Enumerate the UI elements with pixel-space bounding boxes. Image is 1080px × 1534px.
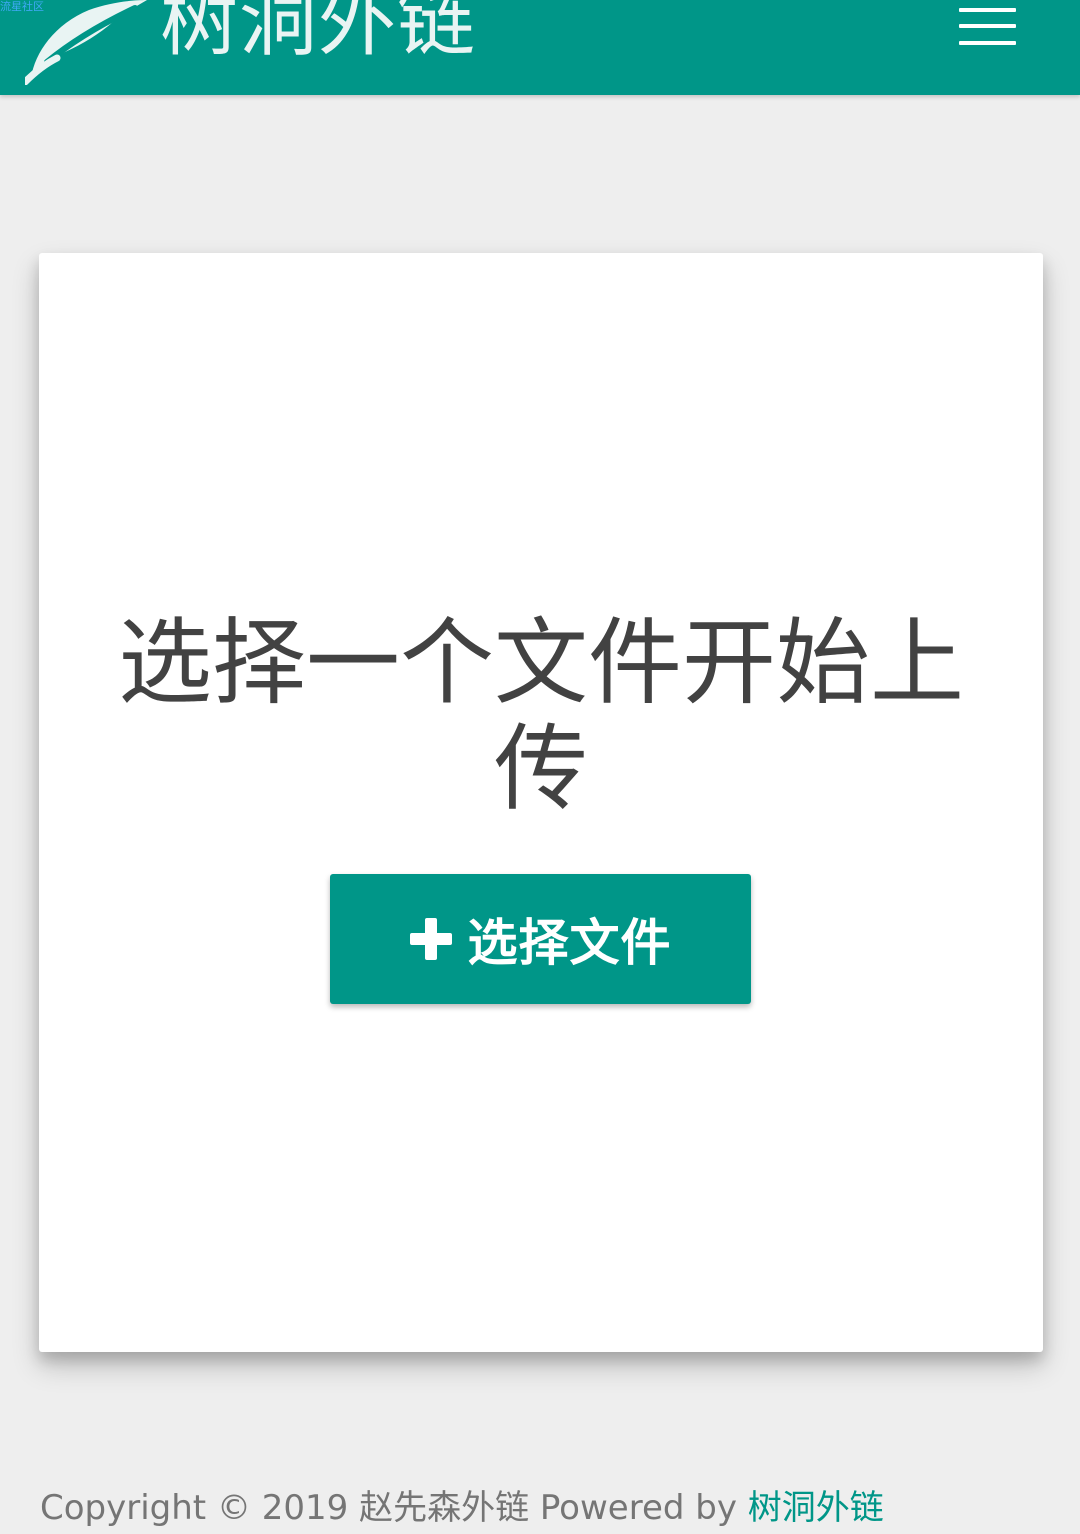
select-file-button[interactable]: 选择文件 [330, 874, 751, 1004]
copyright-text: Copyright © 2019 赵先森外链 Powered by [40, 1488, 748, 1528]
footer-site-link[interactable]: 树洞外链 [748, 1488, 884, 1528]
leaf-logo-icon [25, 0, 147, 85]
upload-card: 选择一个文件开始上传 选择文件 [39, 253, 1043, 1352]
plus-icon [409, 918, 452, 960]
community-link[interactable]: 流星社区 [0, 0, 44, 13]
hamburger-menu-button[interactable] [952, 2, 1024, 54]
page-footer: Copyright © 2019 赵先森外链 Powered by 树洞外链 [40, 1484, 1040, 1532]
hamburger-menu-icon-bottom [959, 41, 1016, 45]
select-file-label: 选择文件 [467, 914, 672, 972]
site-logo-text: 树洞外链 [160, 0, 477, 67]
page: 树洞外链 流星社区 选择一个文件开始上传 选择文件 Copyright © 20… [0, 0, 1080, 1534]
hamburger-menu-icon-middle [959, 24, 1016, 28]
upload-prompt-title: 选择一个文件开始上传 [117, 609, 964, 824]
hamburger-menu-icon [959, 8, 1016, 12]
top-app-bar: 树洞外链 流星社区 [0, 0, 1080, 95]
